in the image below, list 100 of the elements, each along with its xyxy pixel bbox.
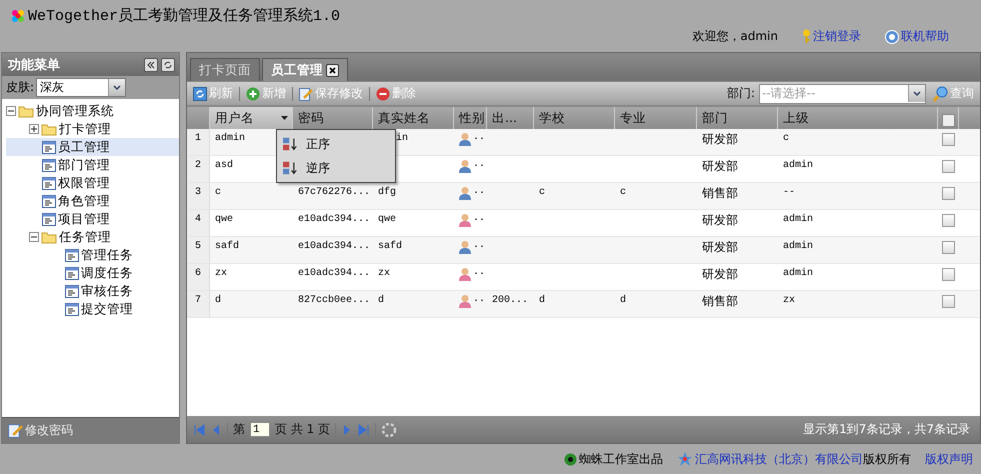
row-checkbox[interactable] [942, 295, 955, 308]
panel-title: 功能菜单 [8, 56, 60, 74]
document-icon [65, 302, 79, 316]
tree-item[interactable]: 角色管理 [6, 192, 179, 210]
collapse-icon[interactable] [144, 58, 158, 72]
tree-item[interactable]: 调度任务 [6, 264, 179, 282]
row-checkbox[interactable] [942, 133, 955, 146]
table-cell: d [378, 295, 384, 306]
tree-item[interactable]: 管理任务 [6, 246, 179, 264]
table-cell: safd [215, 241, 240, 252]
skin-label: 皮肤: [6, 79, 34, 96]
table-cell: 研发部 [702, 131, 738, 148]
select-all-checkbox[interactable] [942, 114, 955, 126]
document-icon [42, 176, 56, 190]
document-icon [42, 194, 56, 208]
table-cell: d [620, 295, 626, 306]
table-cell: asd [215, 160, 234, 171]
table-cell: .. [473, 132, 486, 143]
welcome-text: 欢迎您，admin [692, 28, 778, 45]
table-cell: qwe [215, 214, 234, 225]
table-cell: in [396, 133, 408, 144]
tree-item[interactable]: 提交管理 [6, 300, 179, 318]
sort-descending-icon [282, 161, 298, 175]
table-cell: .. [473, 186, 486, 197]
page-label: 第 [233, 421, 245, 438]
collapse-icon[interactable] [6, 106, 16, 116]
document-icon [42, 158, 56, 172]
studio-credit: 蜘蛛工作室出品 [579, 450, 663, 468]
dropdown-arrow-icon[interactable] [281, 116, 288, 120]
company-link[interactable]: 汇高网讯科技（北京）有限公司 [695, 452, 863, 466]
table-cell: 销售部 [702, 185, 738, 202]
refresh-icon [193, 86, 207, 100]
sort-ascending-icon [282, 137, 298, 151]
tree-item[interactable]: 打卡管理 [6, 120, 179, 138]
logout-link[interactable]: 注销登录 [802, 28, 861, 45]
collapse-icon[interactable] [29, 232, 39, 242]
menu-item[interactable]: 正序 [277, 132, 395, 156]
table-cell: admin [783, 214, 814, 225]
filter-label: 部门: [726, 85, 755, 102]
tree-item[interactable]: 审核任务 [6, 282, 179, 300]
row-number: 4 [187, 210, 210, 236]
table-cell: e10adc394... [298, 268, 370, 279]
help-link[interactable]: 联机帮助 [885, 28, 949, 45]
table-cell: -- [783, 187, 796, 198]
row-checkbox[interactable] [942, 268, 955, 281]
tree-item[interactable]: 协同管理系统 [6, 102, 179, 120]
tree-item[interactable]: 任务管理 [6, 228, 179, 246]
skin-dropdown[interactable]: 深灰 [36, 78, 126, 97]
table-cell: 200... [492, 295, 528, 306]
table-cell: e10adc394... [298, 214, 370, 225]
table-cell: .. [473, 294, 486, 305]
row-checkbox[interactable] [942, 214, 955, 227]
table-cell: dfg [378, 187, 396, 198]
folder-icon [41, 122, 57, 136]
table-cell: .. [473, 267, 486, 278]
tree-item[interactable]: 部门管理 [6, 156, 179, 174]
row-number: 6 [187, 264, 210, 290]
table-cell: safd [378, 241, 402, 252]
table-cell: admin [783, 160, 814, 171]
tree-item[interactable]: 权限管理 [6, 174, 179, 192]
tree-item[interactable]: 项目管理 [6, 210, 179, 228]
edit-icon [299, 86, 313, 100]
row-checkbox[interactable] [942, 160, 955, 173]
change-password-link[interactable]: 修改密码 [2, 417, 179, 443]
copyright-notice-link[interactable]: 版权声明 [925, 450, 973, 468]
refresh-icon[interactable] [161, 58, 175, 72]
search-icon [932, 86, 948, 102]
row-number: 7 [187, 291, 210, 317]
copyright-text: 汇高网讯科技（北京）有限公司版权所有 [695, 450, 911, 468]
row-checkbox[interactable] [942, 241, 955, 254]
table-cell: 研发部 [702, 239, 738, 256]
app-title: WeTogether员工考勤管理及任务管理系统1.0 [0, 0, 340, 25]
edit-icon [8, 423, 23, 438]
table-cell: d [215, 295, 222, 306]
expand-icon[interactable] [29, 124, 39, 134]
document-icon [65, 248, 79, 262]
close-icon[interactable] [326, 64, 339, 76]
menu-item[interactable]: 逆序 [277, 156, 395, 180]
row-checkbox[interactable] [942, 187, 955, 200]
logo-icon [10, 8, 26, 24]
table-cell: 研发部 [702, 158, 738, 175]
row-number: 5 [187, 237, 210, 263]
star-icon [677, 452, 693, 466]
table-cell: .. [473, 213, 486, 224]
table-cell: d [539, 295, 546, 306]
folder-icon [41, 230, 57, 244]
record-summary: 显示第1到7条记录，共7条记录 [803, 421, 970, 438]
help-icon [885, 30, 899, 44]
column-header[interactable]: 用户名 [210, 107, 293, 129]
table-cell: e10adc394... [298, 241, 370, 252]
page-input[interactable]: 1 [250, 422, 270, 437]
table-cell: c [215, 187, 222, 198]
table-cell: 827ccb0ee... [298, 295, 370, 306]
table-cell: .. [473, 240, 486, 251]
document-icon [42, 212, 56, 226]
document-icon [65, 284, 79, 298]
document-icon [42, 140, 56, 154]
page-count: 页 共 1 页 [275, 421, 330, 438]
tree-item[interactable]: 员工管理 [6, 138, 179, 156]
table-cell: admin [783, 268, 814, 279]
